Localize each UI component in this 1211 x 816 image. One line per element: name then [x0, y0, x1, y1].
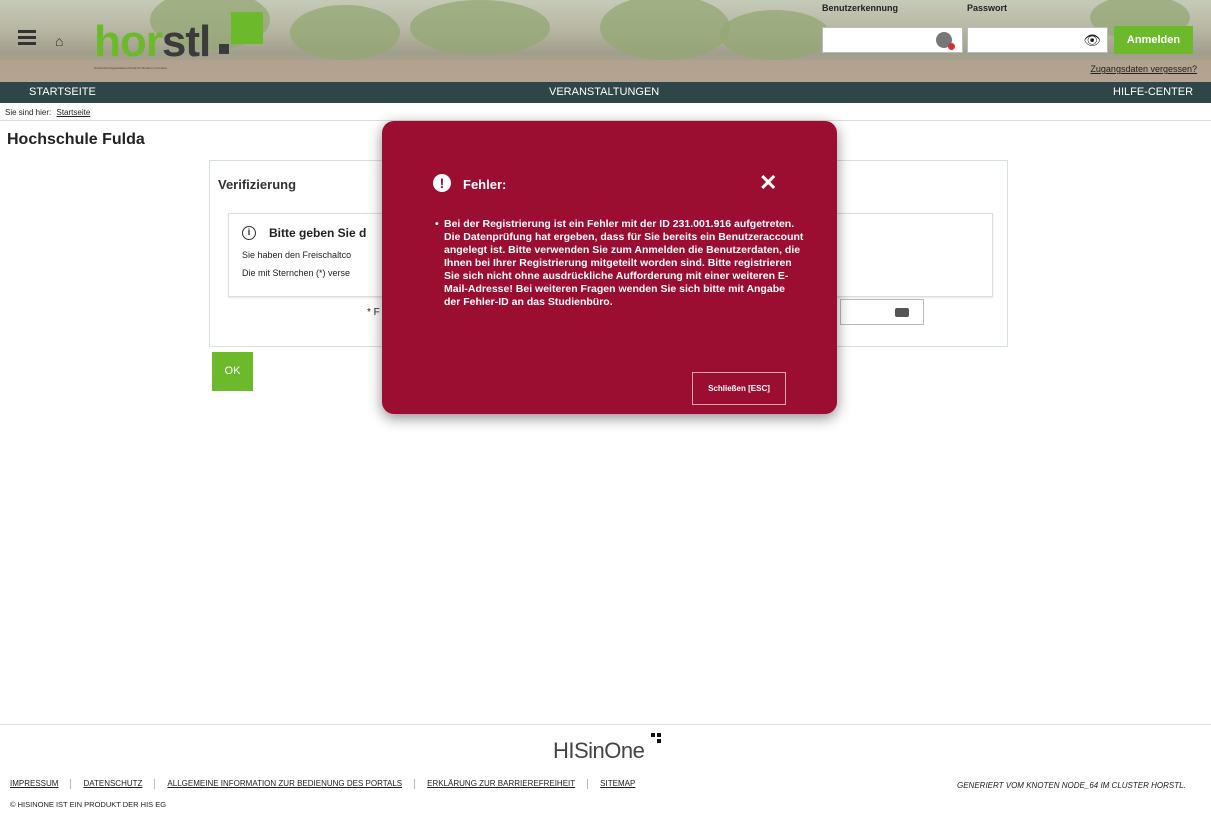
activation-code-input[interactable] — [840, 299, 924, 325]
info-text: Sie haben den Freischaltco — [242, 250, 352, 260]
ok-button[interactable]: OK — [212, 352, 253, 391]
username-label: Benutzerkennung — [822, 3, 899, 13]
header-banner: ⌂ horstl Hochschul-Organisations-Portal … — [0, 0, 1211, 82]
logo-square-green — [231, 12, 263, 44]
show-password-eye-icon[interactable]: 👁 — [1083, 32, 1101, 49]
breadcrumb: Sie sind hier: Startseite — [5, 108, 90, 117]
home-icon[interactable]: ⌂ — [55, 33, 63, 49]
password-input[interactable]: 👁 — [967, 27, 1108, 53]
dialog-title: Fehler: — [463, 177, 507, 192]
user-id-icon — [936, 32, 955, 50]
nav-item-startseite[interactable]: STARTSEITE — [29, 86, 96, 98]
logo-square-dark — [219, 44, 229, 54]
footer-link-datenschutz[interactable]: DATENSCHUTZ — [83, 779, 142, 788]
hisinone-logo-dots — [651, 733, 665, 747]
footer-link-sitemap[interactable]: SITEMAP — [600, 779, 635, 788]
close-icon[interactable]: ✕ — [759, 172, 777, 194]
password-label: Passwort — [967, 3, 1008, 13]
logo-subtitle: Hochschul-Organisations-Portal für Studi… — [94, 66, 167, 70]
close-dialog-button[interactable]: Schließen [ESC] — [692, 372, 786, 405]
activation-code-label: * F — [367, 307, 380, 318]
logo-text-dark: stl — [161, 17, 211, 66]
logo-text-green: hor — [94, 17, 163, 66]
chat-icon — [895, 308, 909, 317]
error-message: Bei der Registrierung ist ein Fehler mit… — [435, 218, 804, 309]
footer-link-barrierefreiheit[interactable]: ERKLÄRUNG ZUR BARRIEREFREIHEIT — [427, 779, 575, 788]
info-icon: i — [242, 226, 256, 240]
footer-links: IMPRESSUM DATENSCHUTZ ALLGEMEINE INFORMATI… — [10, 779, 635, 789]
username-input[interactable] — [822, 27, 963, 53]
nav-item-veranstaltungen[interactable]: VERANSTALTUNGEN — [549, 86, 659, 98]
info-title: Bitte geben Sie d — [269, 226, 367, 240]
footer-copyright: © HISINONE IST EIN PRODUKT DER HIS EG — [10, 800, 167, 809]
footer-link-information[interactable]: ALLGEMEINE INFORMATION ZUR BEDIENUNG DES… — [167, 779, 402, 788]
footer-link-impressum[interactable]: IMPRESSUM — [10, 779, 58, 788]
verification-title: Verifizierung — [218, 177, 297, 192]
main-navigation: STARTSEITE VERANSTALTUNGEN HILFE-CENTER — [0, 82, 1211, 103]
menu-icon[interactable] — [18, 30, 36, 46]
page-title: Hochschule Fulda — [7, 131, 145, 148]
nav-item-hilfe-center[interactable]: HILFE-CENTER — [1113, 86, 1193, 98]
footer-divider — [0, 724, 1211, 725]
hisinone-logo: HISinOne — [553, 738, 645, 763]
horstl-logo[interactable]: horstl Hochschul-Organisations-Portal fü… — [94, 12, 263, 72]
forgot-credentials-link[interactable]: Zugangsdaten vergessen? — [1090, 64, 1197, 74]
footer-node-info: GENERIERT VOM KNOTEN NODE_64 IM CLUSTER … — [957, 781, 1186, 790]
breadcrumb-prefix: Sie sind hier: — [5, 108, 52, 117]
error-dialog: ! Fehler: ✕ Bei der Registrierung ist ei… — [382, 121, 837, 414]
info-text: Die mit Sternchen (*) verse — [242, 268, 351, 278]
login-button[interactable]: Anmelden — [1114, 26, 1193, 54]
breadcrumb-link-startseite[interactable]: Startseite — [56, 108, 90, 117]
exclamation-icon: ! — [433, 174, 451, 192]
